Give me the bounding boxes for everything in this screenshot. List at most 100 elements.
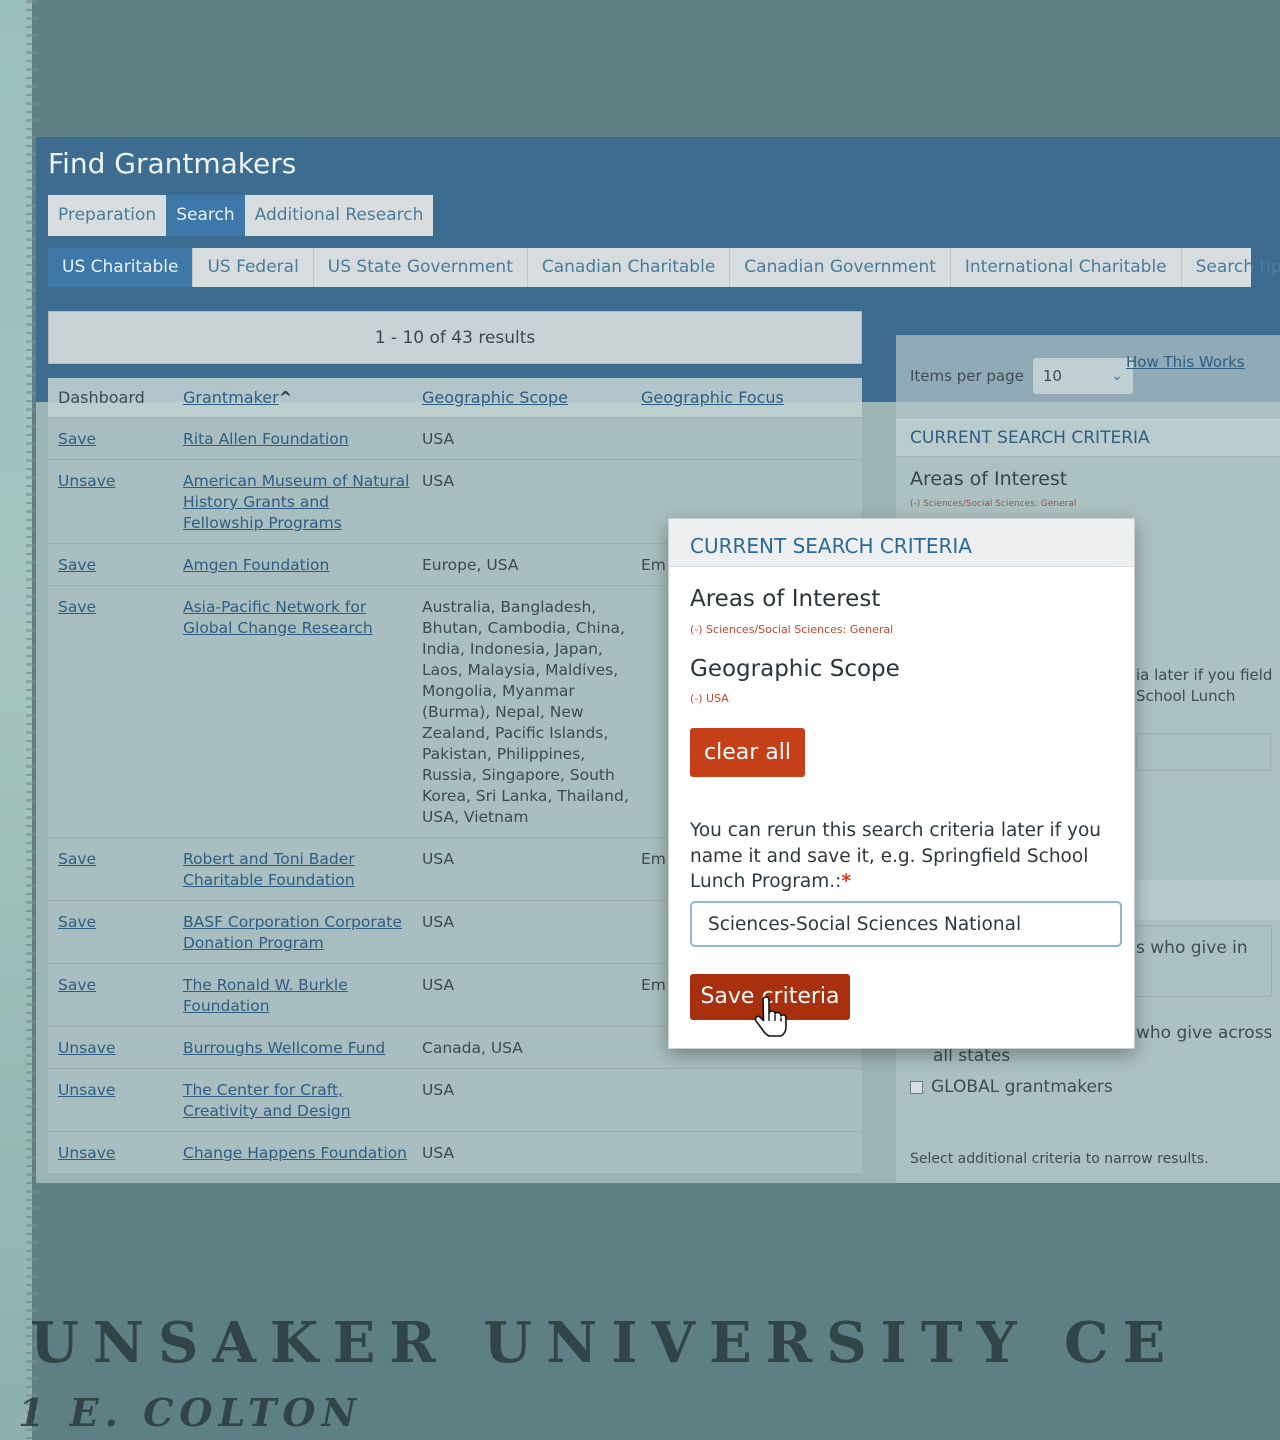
chevron-down-icon: ⌄ bbox=[1111, 368, 1123, 384]
row-grantmaker-link[interactable]: Rita Allen Foundation bbox=[183, 430, 349, 448]
row-save-toggle[interactable]: Unsave bbox=[58, 472, 115, 490]
row-grantmaker-link-cell: Change Happens Foundation bbox=[183, 1143, 422, 1164]
row-geographic-scope: USA bbox=[422, 1144, 455, 1162]
row-grantmaker-link[interactable]: Burroughs Wellcome Fund bbox=[183, 1039, 385, 1057]
row-grantmaker-link[interactable]: The Ronald W. Burkle Foundation bbox=[183, 976, 348, 1015]
col-focus-label[interactable]: Geographic Focus bbox=[641, 388, 784, 407]
row-geographic-scope-cell: USA bbox=[422, 849, 641, 891]
subnav-preparation[interactable]: Preparation bbox=[48, 195, 166, 236]
campus-street-text: 1 E. COLTON bbox=[18, 1390, 363, 1435]
subnav-additional-research[interactable]: Additional Research bbox=[245, 195, 434, 236]
sidebar-help-partial: ia later if you field School Lunch bbox=[1136, 666, 1273, 705]
category-tabs: US Charitable US Federal US State Govern… bbox=[48, 248, 1280, 287]
row-save-toggle-cell: Save bbox=[48, 975, 183, 1017]
row-grantmaker-link-cell: Rita Allen Foundation bbox=[183, 429, 422, 450]
sidebar-give-in-text: s who give in bbox=[1136, 938, 1248, 958]
row-save-toggle-cell: Save bbox=[48, 429, 183, 450]
row-grantmaker-link-cell: BASF Corporation Corporate Donation Prog… bbox=[183, 912, 422, 954]
row-save-toggle[interactable]: Save bbox=[58, 976, 96, 994]
row-save-toggle[interactable]: Save bbox=[58, 430, 96, 448]
row-geographic-scope-cell: USA bbox=[422, 975, 641, 1017]
sidebar-areas-label: Areas of Interest bbox=[910, 468, 1068, 490]
row-grantmaker-link[interactable]: Robert and Toni Bader Charitable Foundat… bbox=[183, 850, 355, 889]
row-save-toggle-cell: Unsave bbox=[48, 1143, 183, 1164]
clear-all-button[interactable]: clear all bbox=[690, 728, 805, 777]
sidebar-all-states-text: all states bbox=[933, 1046, 1011, 1066]
row-save-toggle-cell: Save bbox=[48, 849, 183, 891]
row-geographic-scope-cell: USA bbox=[422, 1143, 641, 1164]
page-title: Find Grantmakers bbox=[48, 147, 297, 180]
row-geographic-scope: USA bbox=[422, 913, 455, 931]
row-save-toggle-cell: Unsave bbox=[48, 471, 183, 534]
table-header: Dashboard Grantmaker^ Geographic Scope G… bbox=[48, 378, 862, 418]
row-geographic-scope: USA bbox=[422, 472, 455, 490]
row-grantmaker-link[interactable]: Asia-Pacific Network for Global Change R… bbox=[183, 598, 373, 637]
tab-us-charitable[interactable]: US Charitable bbox=[48, 248, 194, 287]
tab-us-federal[interactable]: US Federal bbox=[193, 248, 314, 287]
row-save-toggle[interactable]: Save bbox=[58, 556, 96, 574]
sidebar-narrow-hint: Select additional criteria to narrow res… bbox=[910, 1151, 1209, 1167]
required-marker: * bbox=[841, 871, 852, 892]
sidebar-areas-tag[interactable]: (-) Sciences/Social Sciences: General bbox=[910, 499, 1076, 509]
row-save-toggle[interactable]: Save bbox=[58, 913, 96, 931]
row-save-toggle[interactable]: Save bbox=[58, 598, 96, 616]
col-geographic-focus[interactable]: Geographic Focus bbox=[641, 388, 862, 407]
row-geographic-scope: Australia, Bangladesh, Bhutan, Cambodia,… bbox=[422, 598, 629, 826]
row-geographic-focus-cell bbox=[641, 1080, 862, 1122]
global-grantmakers-label: GLOBAL grantmakers bbox=[931, 1077, 1113, 1097]
sidebar-criteria-heading: CURRENT SEARCH CRITERIA bbox=[896, 417, 1280, 457]
col-geographic-scope[interactable]: Geographic Scope bbox=[422, 388, 641, 407]
tab-canadian-government[interactable]: Canadian Government bbox=[730, 248, 951, 287]
col-scope-label[interactable]: Geographic Scope bbox=[422, 388, 568, 407]
row-save-toggle-cell: Unsave bbox=[48, 1038, 183, 1059]
row-grantmaker-link[interactable]: Change Happens Foundation bbox=[183, 1144, 407, 1162]
row-grantmaker-link-cell: Burroughs Wellcome Fund bbox=[183, 1038, 422, 1059]
subnav-search[interactable]: Search bbox=[166, 195, 245, 236]
items-per-page: Items per page 10 ⌄ bbox=[910, 357, 1134, 395]
tab-search-tips[interactable]: Search tips bbox=[1182, 248, 1280, 287]
row-geographic-focus-cell bbox=[641, 1143, 862, 1164]
popup-areas-label: Areas of Interest bbox=[690, 586, 881, 612]
sidebar-name-input[interactable] bbox=[1136, 733, 1271, 771]
criteria-name-input[interactable] bbox=[690, 901, 1122, 947]
row-save-toggle[interactable]: Save bbox=[58, 850, 96, 868]
sidebar-give-across-text: who give across bbox=[1136, 1023, 1273, 1043]
row-grantmaker-link-cell: The Ronald W. Burkle Foundation bbox=[183, 975, 422, 1017]
row-save-toggle[interactable]: Unsave bbox=[58, 1081, 115, 1099]
table-row: Unsave Change Happens Foundation USA bbox=[48, 1132, 862, 1174]
row-save-toggle[interactable]: Unsave bbox=[58, 1144, 115, 1162]
tab-us-state-government[interactable]: US State Government bbox=[314, 248, 528, 287]
row-grantmaker-link[interactable]: BASF Corporation Corporate Donation Prog… bbox=[183, 913, 402, 952]
row-save-toggle[interactable]: Unsave bbox=[58, 1039, 115, 1057]
popup-scope-remove-tag[interactable]: (-) USA bbox=[690, 692, 729, 705]
campus-sign-text: UNSAKER UNIVERSITY CE bbox=[30, 1310, 1180, 1376]
row-grantmaker-link-cell: The Center for Craft, Creativity and Des… bbox=[183, 1080, 422, 1122]
row-geographic-scope-cell: USA bbox=[422, 471, 641, 534]
items-per-page-value: 10 bbox=[1042, 367, 1062, 385]
row-grantmaker-link[interactable]: American Museum of Natural History Grant… bbox=[183, 472, 409, 532]
popup-help-text: You can rerun this search criteria later… bbox=[690, 818, 1120, 895]
global-checkbox[interactable] bbox=[910, 1080, 923, 1094]
items-per-page-select[interactable]: 10 ⌄ bbox=[1031, 357, 1134, 395]
table-row: Unsave The Center for Craft, Creativity a… bbox=[48, 1069, 862, 1132]
col-grantmaker[interactable]: Grantmaker^ bbox=[183, 388, 422, 407]
row-geographic-focus-cell bbox=[641, 429, 862, 450]
row-grantmaker-link[interactable]: Amgen Foundation bbox=[183, 556, 329, 574]
popup-help-copy: You can rerun this search criteria later… bbox=[690, 820, 1102, 892]
how-this-works-link[interactable]: How This Works bbox=[1126, 353, 1245, 371]
items-per-page-label: Items per page bbox=[910, 367, 1024, 385]
row-geographic-scope-cell: USA bbox=[422, 912, 641, 954]
row-geographic-scope: Europe, USA bbox=[422, 556, 519, 574]
row-grantmaker-link[interactable]: The Center for Craft, Creativity and Des… bbox=[183, 1081, 351, 1120]
tab-international-charitable[interactable]: International Charitable bbox=[951, 248, 1182, 287]
global-grantmakers-option[interactable]: GLOBAL grantmakers bbox=[910, 1077, 1113, 1097]
save-criteria-button[interactable]: Save criteria bbox=[690, 974, 850, 1020]
row-grantmaker-link-cell: Asia-Pacific Network for Global Change R… bbox=[183, 597, 422, 828]
results-summary: 1 - 10 of 43 results bbox=[48, 311, 862, 364]
row-grantmaker-link-cell: Robert and Toni Bader Charitable Foundat… bbox=[183, 849, 422, 891]
popup-areas-remove-tag[interactable]: (-) Sciences/Social Sciences: General bbox=[690, 623, 893, 636]
tab-canadian-charitable[interactable]: Canadian Charitable bbox=[528, 248, 731, 287]
row-geographic-scope-cell: Europe, USA bbox=[422, 555, 641, 576]
col-grantmaker-label[interactable]: Grantmaker bbox=[183, 388, 279, 407]
row-geographic-scope: USA bbox=[422, 1081, 455, 1099]
